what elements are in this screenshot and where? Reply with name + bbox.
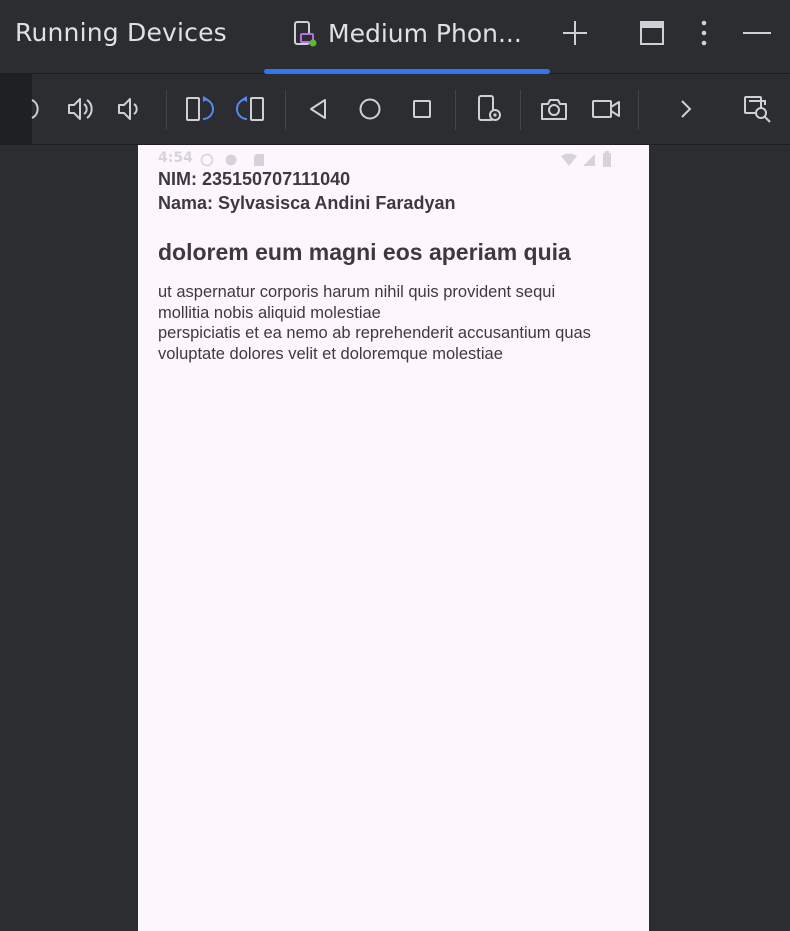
status-wifi-icon (561, 153, 577, 166)
overview-icon[interactable] (407, 94, 437, 124)
status-time: 4:54 (158, 150, 193, 166)
screenshot-icon[interactable] (539, 94, 569, 124)
minimize-icon[interactable] (742, 18, 772, 48)
android-status-bar: 4:54 (158, 148, 628, 168)
rotate-right-icon[interactable] (236, 94, 266, 124)
status-signal-icon (583, 154, 595, 166)
device-icon (294, 21, 317, 47)
tab-label: Medium Phon... (328, 19, 522, 48)
device-toolbar (0, 74, 790, 145)
toolbar-separator (455, 90, 456, 130)
device-settings-icon[interactable] (475, 94, 505, 124)
tool-window-header: Running Devices Medium Phon... (0, 0, 790, 74)
status-settings-icon (225, 154, 237, 166)
tab-medium-phone[interactable]: Medium Phon... (264, 0, 550, 74)
toolbar-separator (638, 90, 639, 130)
plus-icon[interactable] (560, 18, 590, 48)
nim-label: NIM: 235150707111040 (158, 169, 351, 189)
toolbar-separator (166, 90, 167, 130)
toolbar-separator (520, 90, 521, 130)
status-alarm-icon (200, 153, 214, 167)
status-battery-icon (603, 151, 611, 167)
rotate-left-icon[interactable] (184, 94, 214, 124)
back-icon[interactable] (303, 94, 333, 124)
toolbar-separator (285, 90, 286, 130)
nama-label: Nama: Sylvasisca Andini Faradyan (158, 193, 456, 213)
more-chevron-icon[interactable] (671, 94, 701, 124)
status-sdcard-icon (254, 154, 264, 166)
more-vertical-icon[interactable] (689, 18, 719, 48)
window-icon[interactable] (637, 18, 667, 48)
zoom-icon[interactable] (742, 94, 772, 124)
screen-record-icon[interactable] (591, 94, 621, 124)
post-title: dolorem eum magni eos aperiam quia (158, 239, 571, 265)
power-icon[interactable] (22, 94, 52, 124)
post-body: ut aspernatur corporis harum nihil quis … (158, 283, 591, 363)
volume-down-icon[interactable] (116, 94, 146, 124)
home-icon[interactable] (355, 94, 385, 124)
tool-window-title: Running Devices (15, 18, 227, 47)
device-screen[interactable]: 4:54 NIM: 235150707111040 Nama: Sylvasis… (138, 145, 649, 931)
volume-up-icon[interactable] (66, 94, 96, 124)
